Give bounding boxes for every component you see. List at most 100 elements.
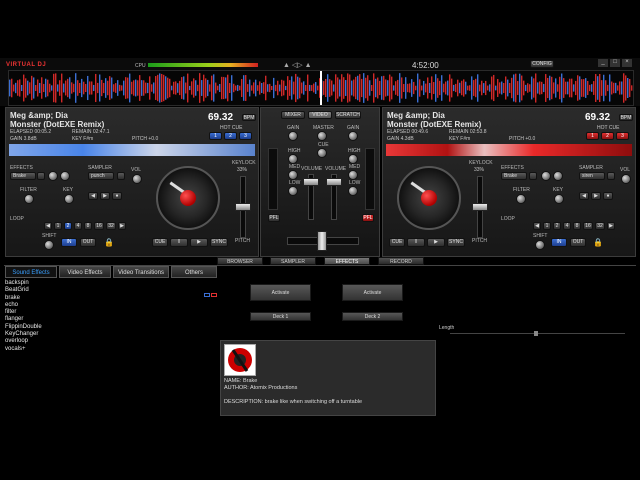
deck-2-sampler-toggle[interactable]	[607, 172, 615, 180]
deck-2-cue-button[interactable]: CUE	[389, 238, 405, 247]
deck-2-bpm-badge[interactable]: BPM	[619, 114, 633, 121]
volume-left-fader[interactable]	[303, 178, 319, 186]
tab-browser[interactable]: BROWSER	[217, 257, 263, 265]
tab-effects[interactable]: EFFECTS	[324, 257, 370, 265]
tab-sampler[interactable]: SAMPLER	[270, 257, 316, 265]
effect-item-flippindouble[interactable]: FlippinDouble	[5, 324, 115, 331]
length-slider-handle[interactable]	[534, 331, 538, 336]
maximize-icon[interactable]: □	[610, 59, 620, 67]
subtab-video-transitions[interactable]: Video Transitions	[113, 266, 169, 278]
master-knob[interactable]	[317, 131, 327, 141]
close-icon[interactable]: ×	[622, 59, 632, 67]
subtab-video-effects[interactable]: Video Effects	[59, 266, 111, 278]
deck-1-loop-8[interactable]: 8	[84, 222, 92, 230]
deck-1-loop-1[interactable]: 1	[54, 222, 62, 230]
deck-1-cue-button[interactable]: CUE	[152, 238, 168, 247]
deck-2-loop-prev-button[interactable]: ◀	[533, 222, 541, 230]
deck-2-loop-16[interactable]: 16	[583, 222, 593, 230]
deck-2-filter-knob[interactable]	[516, 194, 526, 204]
mixer-tab-video[interactable]: VIDEO	[308, 111, 332, 119]
deck-2-effect-toggle[interactable]	[529, 172, 537, 180]
deck-2-jogwheel[interactable]	[397, 166, 461, 230]
deck-2-hotcue-3[interactable]: 3	[616, 132, 629, 140]
deck-2-hotcue-1[interactable]: 1	[586, 132, 599, 140]
deck-2-play-button[interactable]: ▶	[427, 238, 445, 247]
gain-left-knob[interactable]	[288, 131, 298, 141]
deck-1-loop-32[interactable]: 32	[106, 222, 116, 230]
effect-item-echo[interactable]: echo	[5, 302, 115, 309]
deck-1-effect-toggle[interactable]	[37, 172, 45, 180]
deck-1-shift-knob[interactable]	[44, 240, 54, 250]
cue-knob[interactable]	[317, 148, 327, 158]
activate-deck-2-button[interactable]: Activate	[342, 284, 403, 301]
deck-2-loop-32[interactable]: 32	[595, 222, 605, 230]
deck-1-key-knob[interactable]	[64, 194, 74, 204]
deck-2-sampler-rec-button[interactable]: ●	[603, 192, 613, 200]
deck-1-loop-in-button[interactable]: IN	[61, 238, 77, 247]
deck-1-sampler-toggle[interactable]	[117, 172, 125, 180]
deck-2-shift-knob[interactable]	[535, 240, 545, 250]
deck-1-loop-4[interactable]: 4	[74, 222, 82, 230]
config-button[interactable]: CONFIG	[530, 60, 554, 68]
deck-2-sync-button[interactable]: SYNC	[447, 238, 465, 247]
subtab-others[interactable]: Others	[171, 266, 217, 278]
effect-item-backspin[interactable]: backspin	[5, 280, 115, 287]
deck-2-pause-button[interactable]: ‖	[407, 238, 425, 247]
rhythm-waveform[interactable]	[8, 70, 634, 106]
deck-2-loop-next-button[interactable]: ▶	[607, 222, 615, 230]
low-left-knob[interactable]	[288, 186, 298, 196]
deck-1-sampler-select[interactable]: punch	[88, 172, 114, 180]
activate-deck-1-button[interactable]: Activate	[250, 284, 311, 301]
deck-2-loop-4[interactable]: 4	[563, 222, 571, 230]
subtab-sound-effects[interactable]: Sound Effects	[5, 266, 57, 278]
deck-1-effect-select[interactable]: Brake	[10, 172, 36, 180]
deck-2-sampler-prev-button[interactable]: ◀	[579, 192, 589, 200]
deck-1-sampler-vol-knob[interactable]	[132, 174, 142, 184]
mixer-tab-scratch[interactable]: SCRATCH	[335, 111, 361, 119]
deck-1-sampler-play-button[interactable]: ▶	[100, 192, 110, 200]
deck-1-effect-param-1[interactable]	[48, 171, 58, 181]
pfl-left-button[interactable]: PFL	[268, 214, 280, 222]
low-right-knob[interactable]	[348, 186, 358, 196]
crossfader-mini-arrows[interactable]: ▲ ◁▷ ▲	[283, 61, 312, 69]
deck-1-loop-2[interactable]: 2	[64, 222, 72, 230]
deck-1-sync-button[interactable]: SYNC	[210, 238, 228, 247]
med-left-knob[interactable]	[288, 170, 298, 180]
deck-2-loop-2[interactable]: 2	[553, 222, 561, 230]
length-slider[interactable]	[450, 331, 625, 336]
deck-1-loop-next-button[interactable]: ▶	[118, 222, 126, 230]
gain-right-knob[interactable]	[348, 131, 358, 141]
deck-1-pause-button[interactable]: ‖	[170, 238, 188, 247]
effect-item-filter[interactable]: filter	[5, 309, 115, 316]
mixer-tab-mixer[interactable]: MIXER	[281, 111, 305, 119]
pfl-right-button[interactable]: PFL	[362, 214, 374, 222]
deck-2-effect-param-1[interactable]	[541, 171, 551, 181]
deck-2-label[interactable]: Deck 2	[342, 312, 403, 321]
effect-item-brake[interactable]: brake	[5, 295, 115, 302]
deck-1-pitch-fader[interactable]	[235, 203, 251, 211]
deck-2-key-knob[interactable]	[554, 194, 564, 204]
minimize-icon[interactable]: _	[598, 59, 608, 67]
volume-right-fader[interactable]	[326, 178, 342, 186]
deck-1-filter-knob[interactable]	[24, 194, 34, 204]
deck-1-bpm-badge[interactable]: BPM	[242, 114, 256, 121]
deck-2-loop-in-button[interactable]: IN	[551, 238, 567, 247]
deck-1-loop-prev-button[interactable]: ◀	[44, 222, 52, 230]
deck-1-waveform[interactable]	[9, 144, 255, 156]
deck-2-effect-param-2[interactable]	[553, 171, 563, 181]
deck-1-effect-param-2[interactable]	[60, 171, 70, 181]
deck-2-pitch-fader[interactable]	[472, 203, 488, 211]
deck-1-hotcue-2[interactable]: 2	[224, 132, 237, 140]
crossfader[interactable]	[317, 231, 327, 251]
deck-1-jogwheel[interactable]	[156, 166, 220, 230]
med-right-knob[interactable]	[348, 170, 358, 180]
deck-2-hotcue-2[interactable]: 2	[601, 132, 614, 140]
deck-2-waveform[interactable]	[386, 144, 632, 156]
high-left-knob[interactable]	[288, 154, 298, 164]
deck-1-lock-icon[interactable]: 🔒	[104, 238, 114, 247]
deck-2-loop-8[interactable]: 8	[573, 222, 581, 230]
deck-2-loop-1[interactable]: 1	[543, 222, 551, 230]
deck-2-sampler-vol-knob[interactable]	[621, 174, 631, 184]
deck-1-loop-16[interactable]: 16	[94, 222, 104, 230]
deck-1-hotcue-1[interactable]: 1	[209, 132, 222, 140]
